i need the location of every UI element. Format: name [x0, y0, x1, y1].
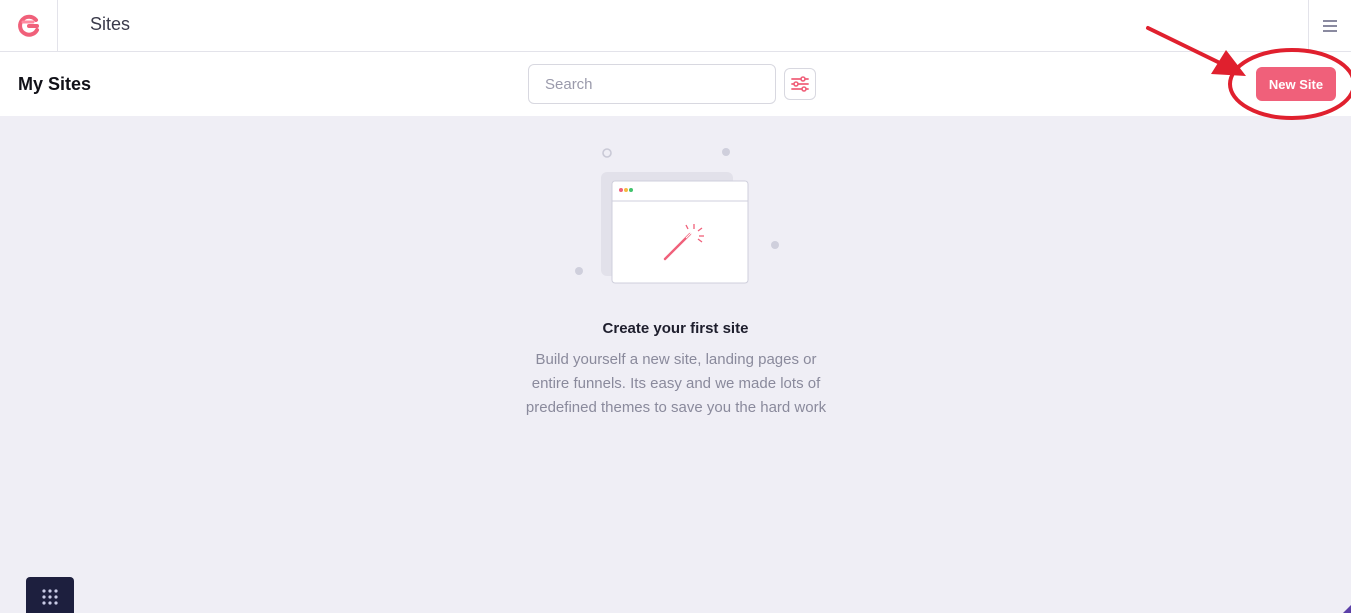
- app-title: Sites: [90, 14, 131, 34]
- logo[interactable]: [0, 0, 58, 51]
- top-bar: Sites: [0, 0, 1351, 52]
- page-toolbar: My Sites New Site: [0, 52, 1351, 116]
- corner-accent: [1343, 605, 1351, 613]
- page-title: My Sites: [18, 74, 92, 94]
- empty-state: Create your first site Build yourself a …: [0, 116, 1351, 613]
- filter-button[interactable]: [784, 68, 816, 100]
- magic-wand-browser-icon: [575, 148, 779, 284]
- sliders-icon: [791, 76, 809, 92]
- grid-dots-icon: [42, 589, 58, 605]
- menu-button[interactable]: [1308, 0, 1351, 51]
- search-input[interactable]: [528, 64, 776, 104]
- empty-state-title: Create your first site: [602, 320, 749, 337]
- g-logo-icon: [17, 14, 39, 37]
- app-launcher-button[interactable]: [26, 577, 74, 613]
- hamburger-menu-icon: [1323, 19, 1337, 32]
- new-site-button[interactable]: New Site: [1256, 67, 1336, 101]
- empty-state-description: Build yourself a new site, landing pages…: [525, 351, 827, 416]
